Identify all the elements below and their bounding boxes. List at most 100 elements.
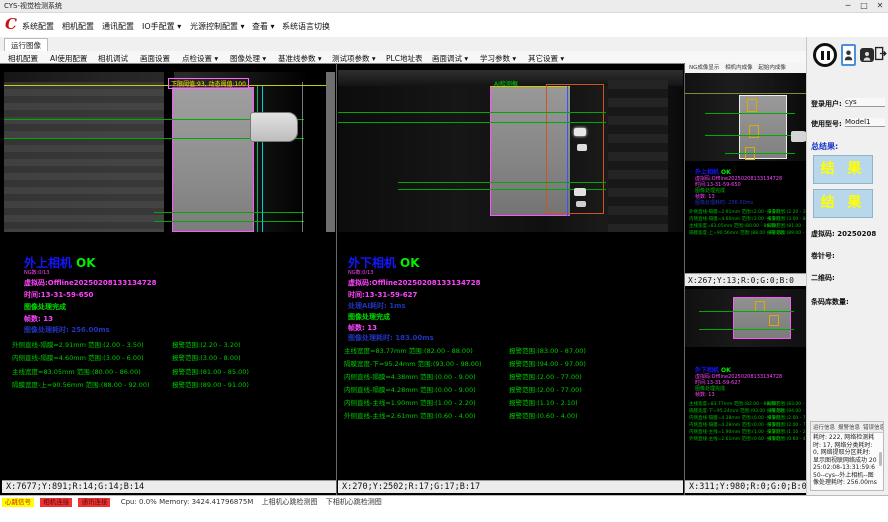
control-panel: 登录用户: cys 使用型号: Model1 总结果: 结 果 结 果 虚拟码:… [806, 37, 888, 495]
cpu-memory-text: Cpu: 0.0% Memory: 3424.41796875M [121, 498, 254, 506]
camera-link-badge: 相机连接 [40, 498, 72, 507]
alarm-range: 报警范围:(3.00 - 8.00) [172, 352, 241, 362]
menu-io-config[interactable]: IO手配置 ▾ [142, 21, 181, 32]
info-tab-bar: 运行信息报警信息错误信息 [811, 422, 883, 433]
lower-camera-image[interactable]: AI检测框 [338, 70, 683, 232]
menu-camera-config[interactable]: 相机配置 [62, 21, 94, 32]
vcode-label: 虚拟码: 20250208 [811, 229, 876, 239]
thumb-bottom-image[interactable] [685, 289, 808, 347]
lower-ai-cost: 处理AI耗时: 1ms [348, 301, 406, 311]
alarm-range: 报警范围:(2.20 - 3.20) [172, 339, 241, 349]
measure-row: 内侧直线-主线=1.90mm 范围:(1.00 - 2.20)报警范围:(1.1… [344, 397, 476, 407]
upper-frames: 帧数: 13 [24, 314, 53, 324]
info-log-box[interactable]: 运行信息报警信息错误信息 耗时: 222, 网络检测耗时: 17, 网络分类耗时… [810, 421, 884, 491]
alarm-range: 报警范围:(83.00 - 87.00) [509, 345, 586, 355]
login-user-field[interactable]: cys [845, 98, 885, 107]
measure-row: 外侧直线-主线=2.61mm 范围:(0.60 - 4.00)报警范围:(0.6… [344, 410, 476, 420]
thumb-tab-ng-display[interactable]: NG成像显示 [689, 65, 719, 71]
highlight-blob [574, 128, 586, 136]
alarm-range: 报警范围:(2.00 - 77.00) [509, 371, 582, 381]
upper-status-ok: OK [76, 256, 96, 270]
maximize-button[interactable]: □ [856, 0, 872, 12]
measure-row: 主线宽度=83.77mm 范围:(82.00 - 88.00)报警范围:(83.… [344, 345, 473, 355]
alarm-range: 报警范围:(81.00 - 85.00) [172, 366, 249, 376]
lower-time: 时间:13-31-59-627 [348, 290, 417, 300]
result-box-upper: 结 果 [813, 155, 873, 184]
menu-system-config[interactable]: 系统配置 [22, 21, 54, 32]
thumb-view-top[interactable]: 外上相机OK 虚拟码:Offline20250208133134728 时间:1… [685, 73, 808, 273]
lower-cost: 图像处理耗时: 183.00ms [348, 333, 434, 343]
upper-time: 时间:13-31-59-650 [24, 290, 93, 300]
connector-object [250, 112, 298, 142]
thumb-view-bottom[interactable]: 外下相机OK 虚拟码:Offline20250208133134728 时间:1… [685, 287, 808, 480]
camera-view-lower[interactable]: AI检测框 外下相机OK NG数:0/13 虚拟码:Offline2025020… [337, 63, 683, 480]
menu-comm-config[interactable]: 通讯配置 [102, 21, 134, 32]
alarm-range: 报警范围:(2.00 - 77.00) [509, 384, 582, 394]
app-logo-icon: C [5, 15, 17, 33]
measure-row: 隔膜宽度-下=95.24mm 范围:(93.00 - 98.00)报警范围:(9… [344, 358, 482, 368]
admin-user-icon [863, 46, 871, 65]
user-icon [844, 46, 853, 65]
needle-label: 卷针号: [811, 251, 835, 261]
tab-strip: 运行图像 [0, 37, 806, 52]
info-tab-alarm[interactable]: 报警信息 [838, 425, 860, 431]
thumb-top-cost: 图像处理耗时: 256.00ms [695, 199, 753, 206]
lower-heartbeat-text: 下相机心跳检测图 [326, 498, 382, 506]
comm-link-badge: 通讯连接 [78, 498, 110, 507]
ai-detect-box-label: AI检测框 [494, 79, 518, 88]
upper-done: 图像处理完成 [24, 302, 66, 312]
window-title: CYS-视觉检测系统 [4, 0, 62, 12]
measure-row: 隔膜宽度-上=90.56mm 范围:(88.00 - 92.00)报警范围:(8… [12, 379, 150, 389]
stock-count-label: 条码库数量: [811, 297, 849, 307]
alarm-range: 报警范围:(89.00 - 91.00) [172, 379, 249, 389]
alarm-range: 报警范围:(0.60 - 4.00) [509, 410, 578, 420]
thumb-bottom-frames: 帧数: 13 [695, 391, 715, 398]
heartbeat-badge: 心跳信号 [2, 498, 34, 507]
upper-vcode: 虚拟码:Offline20250208133134728 [24, 278, 157, 288]
menu-bar: C 系统配置 相机配置 通讯配置 IO手配置 ▾ 光源控制配置 ▾ 查看 ▾ 系… [0, 13, 888, 37]
lower-ng-info: NG数:0/13 [348, 269, 374, 276]
admin-button[interactable] [860, 48, 874, 62]
menu-light-config[interactable]: 光源控制配置 ▾ [190, 21, 245, 32]
upper-camera-image[interactable]: 下限阈值:93, 动态阈值:100 [4, 72, 335, 232]
tab-run-image[interactable]: 运行图像 [4, 38, 48, 52]
upper-heartbeat-text: 上相机心跳检测图 [262, 498, 318, 506]
menu-view[interactable]: 查看 ▾ [252, 21, 275, 32]
exit-door-icon [874, 46, 888, 65]
pause-button[interactable] [813, 43, 837, 67]
measure-row: 外侧直线-隔膜=2.91mm 范围:(2.00 - 3.50)报警范围:(2.2… [12, 339, 144, 349]
minimize-button[interactable]: ─ [840, 0, 856, 12]
info-tab-run[interactable]: 运行信息 [813, 425, 835, 431]
title-bar: CYS-视觉检测系统 [0, 0, 888, 13]
login-user-label: 登录用户: [811, 99, 842, 109]
camera-view-upper[interactable]: 下限阈值:93, 动态阈值:100 外上相机OK NG数:0/13 虚拟码:Of… [2, 63, 336, 480]
info-tab-error[interactable]: 错误信息 [863, 425, 884, 431]
lower-status-ok: OK [400, 256, 420, 270]
info-log-text: 耗时: 222, 网络检测耗时: 17, 网络分类耗时: 0, 网络提取分区耗时… [811, 433, 883, 488]
thumb-tab-camera-image[interactable]: 相机内成像 [725, 65, 753, 71]
menu-language-switch[interactable]: 系统语言切换 [282, 21, 330, 32]
measure-row: 内侧直线-隔膜=4.60mm 范围:(3.00 - 6.00)报警范围:(3.0… [12, 352, 144, 362]
lower-vcode: 虚拟码:Offline20250208133134728 [348, 278, 481, 288]
measure-row: 主线宽度=83.05mm 范围:(80.00 - 86.00)报警范围:(81.… [12, 366, 141, 376]
thumb-top-coordbar: X:267;Y:13;R:0;G:0;B:0 [685, 273, 808, 286]
alarm-range: 报警范围:(94.00 - 97.00) [509, 358, 586, 368]
thumb-bottom-coordbar: X:311;Y:980;R:0;G:0;B:0 [685, 480, 808, 493]
close-button[interactable]: ✕ [872, 0, 888, 12]
exit-button[interactable] [873, 47, 888, 63]
model-field[interactable]: Model1 [845, 118, 885, 127]
thumb-tab-start-image[interactable]: 起始内成像 [758, 65, 786, 71]
status-bar: 心跳信号 相机连接 通讯连接 Cpu: 0.0% Memory: 3424.41… [0, 495, 888, 509]
upper-coordbar: X:7677;Y:891;R:14;G:14;B:14 [2, 480, 336, 493]
upper-cost: 图像处理耗时: 256.00ms [24, 325, 110, 335]
user-login-button[interactable] [841, 44, 856, 66]
app-window: { "window": { "title": "CYS-视觉检测系统", "mi… [0, 0, 888, 522]
threshold-overlay-label: 下限阈值:93, 动态阈值:100 [168, 78, 249, 89]
thumb-top-image[interactable] [685, 73, 808, 161]
result-box-lower: 结 果 [813, 189, 873, 218]
qr-label: 二维码: [811, 273, 835, 283]
alarm-range: 报警范围:(1.10 - 2.10) [509, 397, 578, 407]
info-scrollbar[interactable] [879, 452, 882, 466]
vcode-value: 20250208 [837, 230, 876, 238]
total-result-label: 总结果: [811, 141, 838, 152]
